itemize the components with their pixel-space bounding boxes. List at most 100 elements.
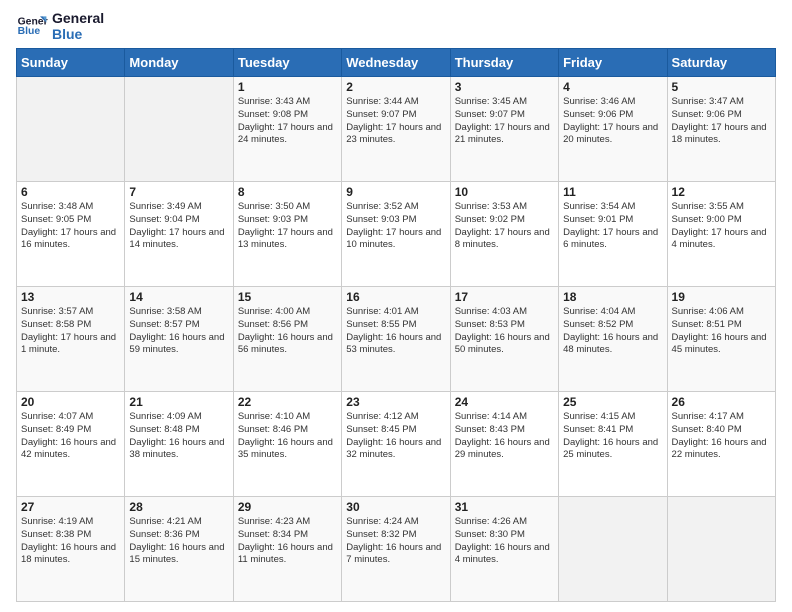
- cell-info: Sunrise: 3:44 AM Sunset: 9:07 PM Dayligh…: [346, 96, 445, 147]
- calendar-cell: 20 Sunrise: 4:07 AM Sunset: 8:49 PM Dayli…: [17, 392, 125, 497]
- calendar-cell: 4 Sunrise: 3:46 AM Sunset: 9:06 PM Daylig…: [559, 77, 667, 182]
- day-number: 27: [21, 500, 120, 514]
- calendar-week-1: 6Sunrise: 3:48 AM Sunset: 9:05 PM Daylig…: [17, 182, 776, 287]
- calendar-header-row: SundayMondayTuesdayWednesdayThursdayFrid…: [17, 49, 776, 77]
- cell-info: Sunrise: 3:45 AM Sunset: 9:07 PM Dayligh…: [455, 96, 554, 147]
- cell-info: Sunrise: 4:26 AM Sunset: 8:30 PM Dayligh…: [455, 516, 554, 567]
- header: General Blue General Blue: [16, 10, 776, 42]
- calendar-week-0: 1 Sunrise: 3:43 AM Sunset: 9:08 PM Daylig…: [17, 77, 776, 182]
- day-number: 22: [238, 395, 337, 409]
- day-number: 7: [129, 185, 228, 199]
- day-number: 25: [563, 395, 662, 409]
- col-header-friday: Friday: [559, 49, 667, 77]
- col-header-saturday: Saturday: [667, 49, 775, 77]
- day-number: 6: [21, 185, 120, 199]
- day-number: 4: [563, 80, 662, 94]
- day-number: 5: [672, 80, 771, 94]
- calendar-cell: 9 Sunrise: 3:52 AM Sunset: 9:03 PM Daylig…: [342, 182, 450, 287]
- day-number: 18: [563, 290, 662, 304]
- calendar-cell: [17, 77, 125, 182]
- cell-info: Sunrise: 3:49 AM Sunset: 9:04 PM Dayligh…: [129, 201, 228, 252]
- calendar-cell: 8 Sunrise: 3:50 AM Sunset: 9:03 PM Daylig…: [233, 182, 341, 287]
- col-header-monday: Monday: [125, 49, 233, 77]
- col-header-sunday: Sunday: [17, 49, 125, 77]
- day-number: 9: [346, 185, 445, 199]
- cell-info: Sunrise: 3:50 AM Sunset: 9:03 PM Dayligh…: [238, 201, 337, 252]
- calendar-cell: 5 Sunrise: 3:47 AM Sunset: 9:06 PM Daylig…: [667, 77, 775, 182]
- calendar-cell: 23 Sunrise: 4:12 AM Sunset: 8:45 PM Dayli…: [342, 392, 450, 497]
- calendar-cell: 6Sunrise: 3:48 AM Sunset: 9:05 PM Daylig…: [17, 182, 125, 287]
- calendar-cell: 2 Sunrise: 3:44 AM Sunset: 9:07 PM Daylig…: [342, 77, 450, 182]
- day-number: 30: [346, 500, 445, 514]
- calendar-cell: 22 Sunrise: 4:10 AM Sunset: 8:46 PM Dayli…: [233, 392, 341, 497]
- cell-info: Sunrise: 3:55 AM Sunset: 9:00 PM Dayligh…: [672, 201, 771, 252]
- day-number: 8: [238, 185, 337, 199]
- day-number: 12: [672, 185, 771, 199]
- day-number: 10: [455, 185, 554, 199]
- calendar-cell: [667, 497, 775, 602]
- cell-info: Sunrise: 4:21 AM Sunset: 8:36 PM Dayligh…: [129, 516, 228, 567]
- day-number: 23: [346, 395, 445, 409]
- cell-info: Sunrise: 4:12 AM Sunset: 8:45 PM Dayligh…: [346, 411, 445, 462]
- cell-info: Sunrise: 4:17 AM Sunset: 8:40 PM Dayligh…: [672, 411, 771, 462]
- calendar-cell: [125, 77, 233, 182]
- logo-icon: General Blue: [16, 10, 48, 42]
- calendar-week-2: 13 Sunrise: 3:57 AM Sunset: 8:58 PM Dayli…: [17, 287, 776, 392]
- col-header-thursday: Thursday: [450, 49, 558, 77]
- calendar-cell: 1 Sunrise: 3:43 AM Sunset: 9:08 PM Daylig…: [233, 77, 341, 182]
- day-number: 29: [238, 500, 337, 514]
- calendar-cell: 12 Sunrise: 3:55 AM Sunset: 9:00 PM Dayli…: [667, 182, 775, 287]
- logo-blue: Blue: [52, 26, 104, 42]
- cell-info: Sunrise: 4:15 AM Sunset: 8:41 PM Dayligh…: [563, 411, 662, 462]
- day-number: 2: [346, 80, 445, 94]
- calendar-cell: 13 Sunrise: 3:57 AM Sunset: 8:58 PM Dayli…: [17, 287, 125, 392]
- calendar-cell: 25 Sunrise: 4:15 AM Sunset: 8:41 PM Dayli…: [559, 392, 667, 497]
- day-number: 1: [238, 80, 337, 94]
- calendar-cell: 10 Sunrise: 3:53 AM Sunset: 9:02 PM Dayli…: [450, 182, 558, 287]
- day-number: 28: [129, 500, 228, 514]
- cell-info: Sunrise: 4:14 AM Sunset: 8:43 PM Dayligh…: [455, 411, 554, 462]
- cell-info: Sunrise: 3:47 AM Sunset: 9:06 PM Dayligh…: [672, 96, 771, 147]
- cell-info: Sunrise: 4:23 AM Sunset: 8:34 PM Dayligh…: [238, 516, 337, 567]
- calendar-cell: 7 Sunrise: 3:49 AM Sunset: 9:04 PM Daylig…: [125, 182, 233, 287]
- calendar-cell: 19 Sunrise: 4:06 AM Sunset: 8:51 PM Dayli…: [667, 287, 775, 392]
- day-number: 15: [238, 290, 337, 304]
- cell-info: Sunrise: 4:06 AM Sunset: 8:51 PM Dayligh…: [672, 306, 771, 357]
- svg-text:Blue: Blue: [18, 26, 41, 37]
- cell-info: Sunrise: 4:10 AM Sunset: 8:46 PM Dayligh…: [238, 411, 337, 462]
- calendar-cell: 28 Sunrise: 4:21 AM Sunset: 8:36 PM Dayli…: [125, 497, 233, 602]
- cell-info: Sunrise: 3:53 AM Sunset: 9:02 PM Dayligh…: [455, 201, 554, 252]
- day-number: 19: [672, 290, 771, 304]
- cell-info: Sunrise: 3:52 AM Sunset: 9:03 PM Dayligh…: [346, 201, 445, 252]
- day-number: 26: [672, 395, 771, 409]
- cell-info: Sunrise: 4:04 AM Sunset: 8:52 PM Dayligh…: [563, 306, 662, 357]
- calendar-week-3: 20 Sunrise: 4:07 AM Sunset: 8:49 PM Dayli…: [17, 392, 776, 497]
- day-number: 16: [346, 290, 445, 304]
- logo-general: General: [52, 10, 104, 26]
- calendar-cell: 11Sunrise: 3:54 AM Sunset: 9:01 PM Dayli…: [559, 182, 667, 287]
- day-number: 11: [563, 185, 662, 199]
- cell-info: Sunrise: 4:07 AM Sunset: 8:49 PM Dayligh…: [21, 411, 120, 462]
- cell-info: Sunrise: 4:19 AM Sunset: 8:38 PM Dayligh…: [21, 516, 120, 567]
- day-number: 13: [21, 290, 120, 304]
- calendar-cell: 24 Sunrise: 4:14 AM Sunset: 8:43 PM Dayli…: [450, 392, 558, 497]
- day-number: 20: [21, 395, 120, 409]
- cell-info: Sunrise: 4:00 AM Sunset: 8:56 PM Dayligh…: [238, 306, 337, 357]
- calendar-cell: 29 Sunrise: 4:23 AM Sunset: 8:34 PM Dayli…: [233, 497, 341, 602]
- day-number: 17: [455, 290, 554, 304]
- cell-info: Sunrise: 4:01 AM Sunset: 8:55 PM Dayligh…: [346, 306, 445, 357]
- cell-info: Sunrise: 3:46 AM Sunset: 9:06 PM Dayligh…: [563, 96, 662, 147]
- calendar-cell: 15 Sunrise: 4:00 AM Sunset: 8:56 PM Dayli…: [233, 287, 341, 392]
- logo: General Blue General Blue: [16, 10, 104, 42]
- calendar-cell: 18 Sunrise: 4:04 AM Sunset: 8:52 PM Dayli…: [559, 287, 667, 392]
- day-number: 3: [455, 80, 554, 94]
- cell-info: Sunrise: 3:58 AM Sunset: 8:57 PM Dayligh…: [129, 306, 228, 357]
- cell-info: Sunrise: 3:57 AM Sunset: 8:58 PM Dayligh…: [21, 306, 120, 357]
- cell-info: Sunrise: 3:43 AM Sunset: 9:08 PM Dayligh…: [238, 96, 337, 147]
- day-number: 31: [455, 500, 554, 514]
- day-number: 24: [455, 395, 554, 409]
- day-number: 14: [129, 290, 228, 304]
- calendar-cell: 26 Sunrise: 4:17 AM Sunset: 8:40 PM Dayli…: [667, 392, 775, 497]
- col-header-tuesday: Tuesday: [233, 49, 341, 77]
- cell-info: Sunrise: 4:09 AM Sunset: 8:48 PM Dayligh…: [129, 411, 228, 462]
